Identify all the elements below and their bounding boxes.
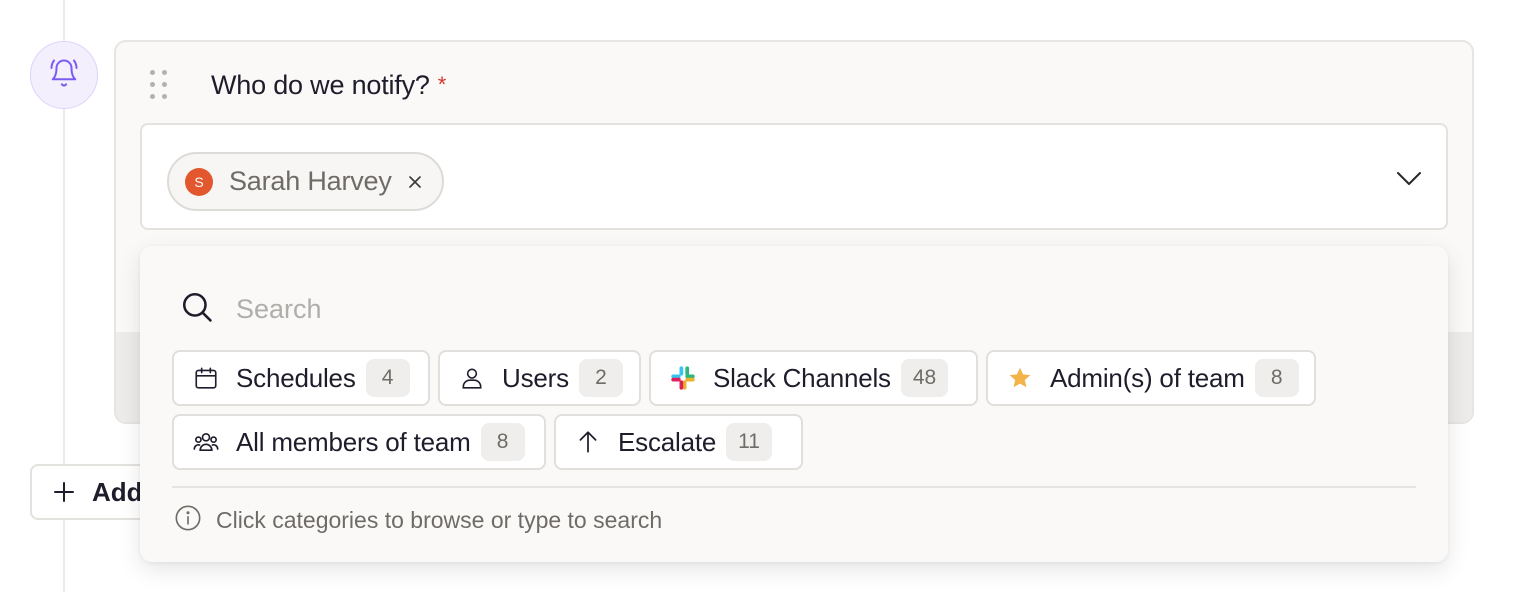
search-row [180,288,1136,330]
recipient-select[interactable]: S Sarah Harvey [140,123,1448,230]
category-label: Admin(s) of team [1050,362,1245,393]
category-all-members-of-team[interactable]: All members of team 8 [172,414,546,470]
add-button-label: Add [92,476,143,507]
bell-icon [49,58,79,93]
close-icon[interactable] [406,173,424,191]
arrow-up-icon [574,428,602,456]
chevron-down-icon[interactable] [1394,163,1424,193]
search-icon [180,290,214,329]
question-text: Who do we notify? [211,70,430,100]
avatar: S [185,167,213,196]
search-input[interactable] [236,293,1136,325]
category-label: Users [502,362,569,393]
divider [172,486,1416,488]
step-icon-badge [30,41,98,109]
required-marker: * [437,72,447,97]
category-escalate[interactable]: Escalate 11 [554,414,803,470]
drag-handle-icon[interactable] [148,68,170,102]
category-label: All members of team [236,426,471,457]
category-count: 2 [578,359,623,397]
category-label: Escalate [618,426,717,457]
selected-recipient-chip: S Sarah Harvey [167,152,444,211]
chip-label: Sarah Harvey [229,166,392,196]
star-icon [1006,364,1034,392]
category-count: 11 [726,423,772,461]
slack-icon [669,364,697,392]
category-count: 8 [480,423,525,461]
category-users[interactable]: Users 2 [438,350,641,406]
plus-icon [52,480,76,504]
calendar-icon [192,364,220,392]
category-count: 8 [1254,359,1299,397]
recipient-picker-popover: Schedules 4 Users 2 Slack Channels 48 [140,246,1448,562]
category-count: 48 [900,359,949,397]
team-icon [192,428,220,456]
hint-text: Click categories to browse or type to se… [216,506,663,533]
category-admins-of-team[interactable]: Admin(s) of team 8 [986,350,1316,406]
user-icon [458,364,486,392]
info-icon [174,504,202,537]
category-count: 4 [365,359,410,397]
hint-row: Click categories to browse or type to se… [174,504,662,536]
category-slack-channels[interactable]: Slack Channels 48 [649,350,978,406]
category-label: Slack Channels [713,362,891,393]
category-label: Schedules [236,362,356,393]
category-schedules[interactable]: Schedules 4 [172,350,430,406]
question-label: Who do we notify? * [211,68,446,102]
